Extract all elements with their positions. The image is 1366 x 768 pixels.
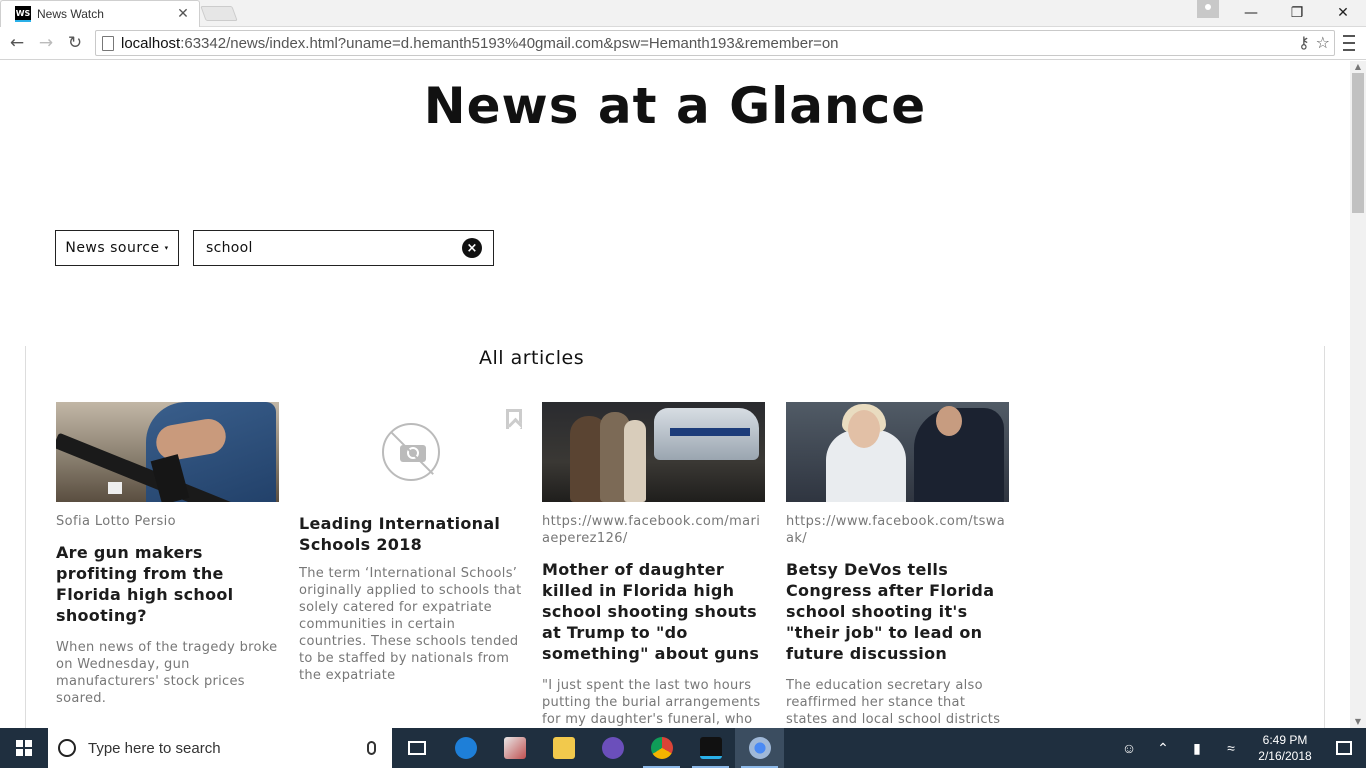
chrome-icon[interactable] <box>637 728 686 768</box>
edge-browser-icon[interactable] <box>441 728 490 768</box>
back-arrow-icon[interactable]: ← <box>5 31 29 55</box>
webstorm-favicon-icon: WS <box>15 6 31 22</box>
new-tab-button[interactable] <box>200 6 238 21</box>
star-bookmark-icon[interactable]: ☆ <box>1316 33 1330 52</box>
taskbar-clock[interactable]: 6:49 PM 2/16/2018 <box>1248 732 1322 764</box>
article-description: The education secretary also reaffirmed … <box>786 678 1001 727</box>
minimize-button[interactable]: — <box>1228 0 1274 25</box>
people-icon[interactable]: ☺ <box>1112 740 1146 756</box>
article-image[interactable] <box>299 402 522 502</box>
no-image-icon <box>381 423 440 481</box>
article-title[interactable]: Are gun makers profiting from the Florid… <box>56 542 280 626</box>
clear-search-icon[interactable]: × <box>462 238 482 258</box>
article-description: The term ‘International Schools’ origina… <box>299 566 522 683</box>
system-tray: ☺ ⌃ ▮ ≈ 6:49 PM 2/16/2018 <box>1112 728 1366 768</box>
profile-avatar-icon[interactable] <box>1197 0 1219 18</box>
wifi-icon[interactable]: ≈ <box>1214 740 1248 756</box>
action-center-icon[interactable] <box>1322 741 1366 755</box>
taskbar-search-box[interactable]: Type here to search <box>48 728 392 768</box>
page-viewport: News at a Glance News source ▾ school × … <box>0 61 1350 728</box>
page-scrollbar[interactable]: ▲ ▼ <box>1350 61 1366 728</box>
key-icon[interactable]: ⚷ <box>1298 33 1310 52</box>
url-path: :63342/news/index.html?uname=d.hemanth51… <box>180 34 839 52</box>
tab-title: News Watch <box>37 7 104 21</box>
cortana-icon <box>58 739 76 757</box>
page-title: News at a Glance <box>423 77 927 135</box>
close-window-button[interactable]: ✕ <box>1320 0 1366 25</box>
paint-icon[interactable] <box>490 728 539 768</box>
news-source-label: News source <box>65 240 160 256</box>
article-title[interactable]: Mother of daughter killed in Florida hig… <box>542 559 766 664</box>
reload-icon[interactable]: ↻ <box>63 31 87 55</box>
clock-date: 2/16/2018 <box>1258 749 1312 763</box>
news-source-dropdown[interactable]: News source ▾ <box>55 230 179 266</box>
taskbar-search-placeholder: Type here to search <box>88 739 221 757</box>
caret-down-icon: ▾ <box>164 244 169 252</box>
article-title[interactable]: Leading International Schools 2018 <box>299 513 523 555</box>
page-info-icon[interactable] <box>102 35 114 51</box>
browser-tab[interactable]: WS News Watch ✕ <box>0 0 200 27</box>
article-image[interactable] <box>786 402 1009 502</box>
chrome-active-window-icon[interactable] <box>735 728 784 768</box>
file-explorer-icon[interactable] <box>539 728 588 768</box>
start-button[interactable] <box>0 728 48 768</box>
search-input[interactable]: school × <box>193 230 494 266</box>
article-description: When news of the tragedy broke on Wednes… <box>56 640 278 706</box>
windows-logo-icon <box>16 740 32 756</box>
browser-toolbar: ← → ↻ localhost:63342/news/index.html?un… <box>0 27 1366 60</box>
bookmark-icon[interactable] <box>506 409 522 429</box>
clock-time: 6:49 PM <box>1262 733 1308 747</box>
address-bar[interactable]: localhost:63342/news/index.html?uname=d.… <box>95 30 1335 56</box>
microphone-icon[interactable] <box>367 741 376 755</box>
task-view-icon[interactable] <box>392 728 441 768</box>
article-source: Sofia Lotto Persio <box>56 514 176 529</box>
webstorm-icon[interactable] <box>686 728 735 768</box>
article-source: https://www.facebook.com/tswaak/ <box>786 514 1006 546</box>
article-card[interactable]: https://www.facebook.com/mariaeperez126/… <box>542 402 766 728</box>
windows-taskbar: Type here to search ☺ ⌃ ▮ ≈ 6:49 PM 2/16… <box>0 728 1366 768</box>
search-input-value[interactable]: school <box>206 240 462 256</box>
articles-heading: All articles <box>479 347 585 369</box>
restore-button[interactable]: ❐ <box>1274 0 1320 25</box>
browser-menu-icon[interactable] <box>1340 33 1358 53</box>
articles-panel: All articles Sofia Lotto Persio Are gun … <box>25 346 1325 728</box>
article-card[interactable]: Sofia Lotto Persio Are gun makers profit… <box>56 402 280 707</box>
article-image[interactable] <box>542 402 765 502</box>
article-source: https://www.facebook.com/mariaeperez126/ <box>542 514 761 546</box>
article-image[interactable] <box>56 402 279 502</box>
article-description: "I just spent the last two hours putting… <box>542 678 761 727</box>
tab-close-icon[interactable]: ✕ <box>175 6 191 22</box>
article-card[interactable]: https://www.facebook.com/tswaak/ Betsy D… <box>786 402 1010 728</box>
battery-icon[interactable]: ▮ <box>1180 740 1214 757</box>
article-card[interactable]: Leading International Schools 2018 The t… <box>299 402 523 684</box>
browser-tab-strip: WS News Watch ✕ — ❐ ✕ <box>0 0 1366 27</box>
forward-arrow-icon[interactable]: → <box>34 31 58 55</box>
show-hidden-icons-chevron-icon[interactable]: ⌃ <box>1146 740 1180 757</box>
scroll-up-icon[interactable]: ▲ <box>1350 61 1366 73</box>
scroll-down-icon[interactable]: ▼ <box>1350 716 1366 728</box>
article-title[interactable]: Betsy DeVos tells Congress after Florida… <box>786 559 1010 664</box>
scrollbar-thumb[interactable] <box>1352 73 1364 213</box>
url-host: localhost <box>121 34 181 52</box>
purple-app-icon[interactable] <box>588 728 637 768</box>
